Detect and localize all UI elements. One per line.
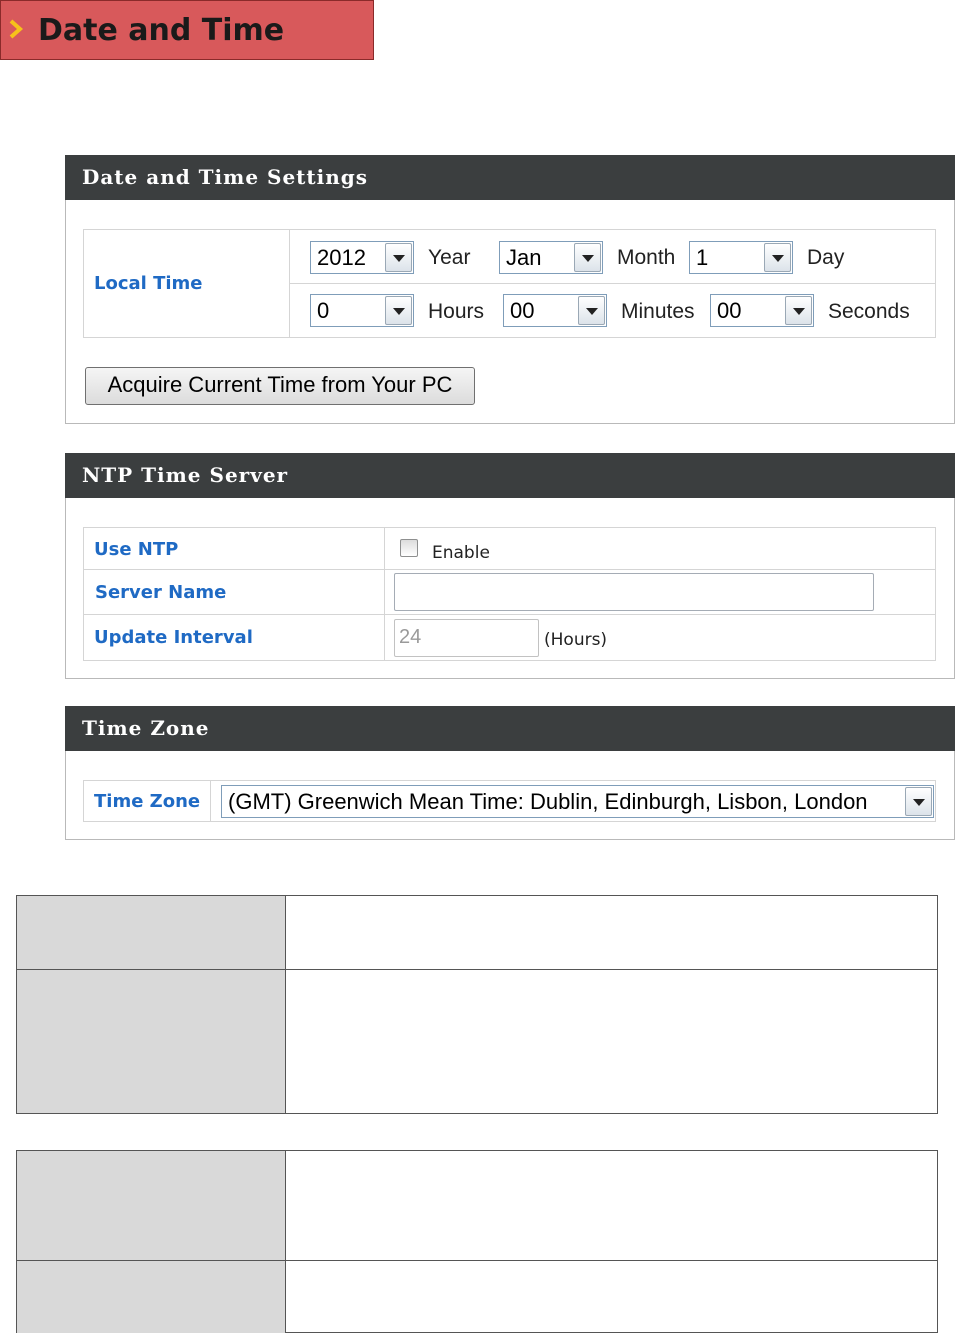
ntp-table: Use NTP Enable Server Name Update Interv… xyxy=(83,527,936,661)
dropdown-arrow-icon[interactable] xyxy=(385,296,412,325)
year-unit: Year xyxy=(428,246,471,269)
row-label-cell xyxy=(17,1261,285,1333)
month-select[interactable]: Jan xyxy=(499,241,603,274)
year-value: 2012 xyxy=(317,245,366,270)
panel-title-date-time: Date and Time Settings xyxy=(65,155,955,200)
update-interval-input[interactable]: 24 xyxy=(394,619,539,657)
minutes-value: 00 xyxy=(510,298,535,323)
enable-ntp-checkbox[interactable] xyxy=(400,539,418,557)
day-unit: Day xyxy=(807,246,845,269)
dropdown-arrow-icon[interactable] xyxy=(785,296,812,325)
month-value: Jan xyxy=(506,245,542,270)
update-interval-unit: (Hours) xyxy=(544,630,608,650)
time-zone-table: Time Zone (GMT) Greenwich Mean Time: Dub… xyxy=(83,780,936,822)
hours-value: 0 xyxy=(317,298,330,323)
panel-title-time-zone: Time Zone xyxy=(65,706,955,751)
month-unit: Month xyxy=(617,246,676,269)
dropdown-arrow-icon[interactable] xyxy=(764,243,791,272)
time-zone-value: (GMT) Greenwich Mean Time: Dublin, Edinb… xyxy=(228,789,868,814)
seconds-select[interactable]: 00 xyxy=(710,294,814,327)
table-row xyxy=(17,1151,937,1260)
time-zone-select[interactable]: (GMT) Greenwich Mean Time: Dublin, Edinb… xyxy=(221,785,934,818)
dropdown-arrow-icon[interactable] xyxy=(578,296,605,325)
description-table-2 xyxy=(16,1150,938,1333)
date-time-settings-panel: Date and Time Settings Local Time 2012 Y… xyxy=(65,155,955,424)
description-table-1 xyxy=(16,895,938,1114)
update-interval-label: Update Interval xyxy=(94,627,253,648)
server-name-label: Server Name xyxy=(95,582,227,603)
row-label-cell xyxy=(17,970,285,1113)
table-row xyxy=(17,970,937,1113)
page-header: Date and Time xyxy=(0,0,374,60)
hours-unit: Hours xyxy=(428,300,485,323)
page-title: Date and Time xyxy=(38,13,285,48)
local-time-table: Local Time 2012 Year Jan Month 1 Day 0 H… xyxy=(83,229,936,338)
server-name-input[interactable] xyxy=(394,573,874,611)
table-row xyxy=(17,896,937,969)
table-row xyxy=(17,1261,937,1333)
row-label-cell xyxy=(17,1151,285,1260)
seconds-unit: Seconds xyxy=(828,300,910,323)
minutes-select[interactable]: 00 xyxy=(503,294,607,327)
day-value: 1 xyxy=(696,245,709,270)
dropdown-arrow-icon[interactable] xyxy=(574,243,601,272)
day-select[interactable]: 1 xyxy=(689,241,793,274)
panel-title-ntp: NTP Time Server xyxy=(65,453,955,498)
year-select[interactable]: 2012 xyxy=(310,241,414,274)
dropdown-arrow-icon[interactable] xyxy=(905,787,932,816)
chevron-right-icon xyxy=(9,19,24,39)
hours-select[interactable]: 0 xyxy=(310,294,414,327)
minutes-unit: Minutes xyxy=(621,300,695,323)
time-zone-panel: Time Zone Time Zone (GMT) Greenwich Mean… xyxy=(65,706,955,840)
local-time-label: Local Time xyxy=(94,273,203,294)
time-zone-label: Time Zone xyxy=(94,791,201,812)
use-ntp-label: Use NTP xyxy=(94,539,179,560)
dropdown-arrow-icon[interactable] xyxy=(385,243,412,272)
acquire-time-button[interactable]: Acquire Current Time from Your PC xyxy=(85,367,475,405)
row-label-cell xyxy=(17,896,285,969)
seconds-value: 00 xyxy=(717,298,742,323)
ntp-time-server-panel: NTP Time Server Use NTP Enable Server Na… xyxy=(65,453,955,679)
enable-label: Enable xyxy=(432,543,490,563)
